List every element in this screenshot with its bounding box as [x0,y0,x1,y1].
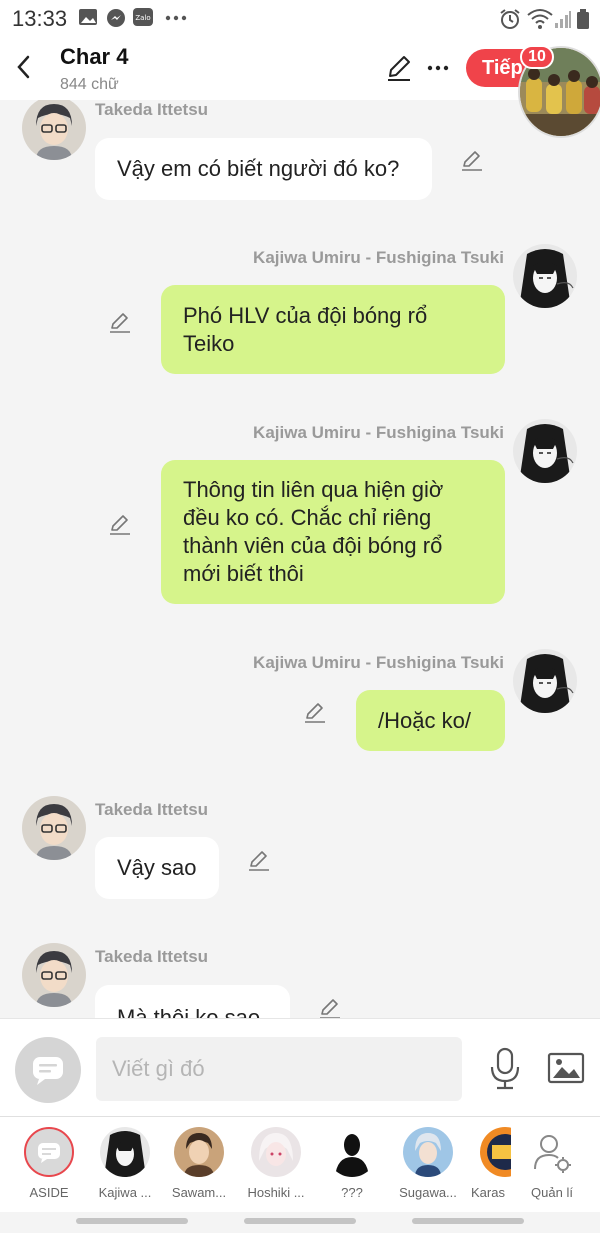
nav-recents-button[interactable] [76,1218,188,1224]
signal-icon [554,8,572,35]
avatar-takeda[interactable] [22,796,86,860]
edit-button[interactable] [385,54,413,82]
sawamura-avatar-image [174,1127,224,1177]
image-icon [78,8,98,31]
sugawara-avatar-image [403,1127,453,1177]
back-button[interactable] [10,50,38,84]
pencil-icon [305,703,325,723]
character-kajiwa[interactable]: Kajiwa ... [85,1127,165,1207]
wifi-icon [527,8,553,35]
message-bubble[interactable]: Phó HLV của đội bóng rổ Teiko [161,285,505,374]
pencil-icon [249,851,269,871]
takeda-avatar-image [22,943,86,1007]
kajiwa-avatar-image [513,649,577,713]
hoshiki-avatar-image [251,1127,301,1177]
pencil-icon [388,56,410,81]
manage-users-icon [527,1127,577,1177]
message-bubble[interactable]: Mà thôi ko sao [95,985,290,1018]
nav-home-button[interactable] [244,1218,356,1224]
messenger-icon [106,8,126,33]
character-sugawara[interactable]: Sugawa... [388,1127,468,1207]
aside-toggle-button[interactable] [15,1037,81,1103]
message-input-bar [0,1018,600,1116]
character-label: ASIDE [29,1185,69,1200]
more-dots-icon [165,8,187,33]
svg-text:Zalo: Zalo [135,14,150,22]
avatar-takeda[interactable] [22,943,86,1007]
character-label: ??? [341,1185,363,1200]
more-options-button[interactable] [424,54,452,82]
avatar-kajiwa[interactable] [513,419,577,483]
message-sender-name: Takeda Ittetsu [95,100,209,119]
battery-icon [576,8,590,35]
character-label: Sawam... [171,1185,227,1200]
takeda-avatar-image [22,100,86,160]
edit-message-button[interactable] [303,700,327,724]
edit-message-button[interactable] [460,148,484,172]
message-sender-name: Takeda Ittetsu [95,947,209,966]
character-unknown[interactable]: ??? [312,1127,392,1207]
status-bar: 13:33 Zalo [0,0,600,36]
edit-message-button[interactable] [108,310,132,334]
chat-area[interactable]: Takeda Ittetsu Vậy em có biết người đó k… [0,100,600,1018]
message-sender-name: Kajiwa Umiru - Fushigina Tsuki [253,248,504,267]
takeda-avatar-image [22,796,86,860]
character-bar: ASIDE Kajiwa ... Sawam... Hoshiki ... ??… [0,1116,600,1212]
character-sawamura[interactable]: Sawam... [159,1127,239,1207]
more-dots-icon [427,65,449,71]
status-time: 13:33 [12,6,68,31]
avatar-takeda[interactable] [22,100,86,160]
kajiwa-avatar-image [100,1127,150,1177]
character-label: Quản lí [531,1185,573,1200]
kajiwa-avatar-image [513,244,577,308]
message-bubble[interactable]: /Hoặc ko/ [356,690,505,751]
aside-icon [24,1127,74,1177]
nav-back-button[interactable] [412,1218,524,1224]
chevron-left-icon [17,55,30,79]
page-title: Char 4 [60,44,129,69]
silhouette-avatar-image [327,1127,377,1177]
next-count-badge: 10 [520,45,554,69]
character-karasuno[interactable]: Karas [465,1127,511,1207]
edit-message-button[interactable] [247,848,271,872]
message-sender-name: Kajiwa Umiru - Fushigina Tsuki [253,653,504,672]
pencil-icon [462,151,482,171]
chat-bubble-icon [33,1057,63,1085]
character-label: Karas [471,1185,505,1200]
zalo-icon: Zalo [132,7,154,32]
edit-message-button[interactable] [318,996,342,1018]
image-upload-button[interactable] [547,1049,585,1087]
character-aside[interactable]: ASIDE [9,1127,89,1207]
microphone-icon [490,1047,520,1090]
pencil-icon [320,999,340,1018]
alarm-icon [499,8,521,35]
kajiwa-avatar-image [513,419,577,483]
avatar-kajiwa[interactable] [513,649,577,713]
manage-characters-button[interactable]: Quản lí [512,1127,592,1207]
system-nav-bar [0,1212,600,1233]
character-label: Kajiwa ... [98,1185,152,1200]
message-input[interactable] [96,1037,462,1101]
pencil-icon [110,515,130,535]
character-label: Sugawa... [399,1185,457,1200]
app-header: Char 4 844 chữ Tiếp [0,36,600,100]
image-icon [547,1052,585,1084]
message-sender-name: Takeda Ittetsu [95,800,209,819]
word-count: 844 chữ [60,76,119,93]
edit-message-button[interactable] [108,512,132,536]
avatar-kajiwa[interactable] [513,244,577,308]
message-sender-name: Kajiwa Umiru - Fushigina Tsuki [253,423,504,442]
microphone-button[interactable] [488,1047,522,1091]
pencil-icon [110,313,130,333]
message-bubble[interactable]: Vậy em có biết người đó ko? [95,138,432,200]
message-bubble[interactable]: Thông tin liên qua hiện giờ đều ko có. C… [161,460,505,604]
character-hoshiki[interactable]: Hoshiki ... [236,1127,316,1207]
character-label: Hoshiki ... [247,1185,305,1200]
message-bubble[interactable]: Vậy sao [95,837,219,899]
karasuno-logo-image [480,1127,511,1177]
